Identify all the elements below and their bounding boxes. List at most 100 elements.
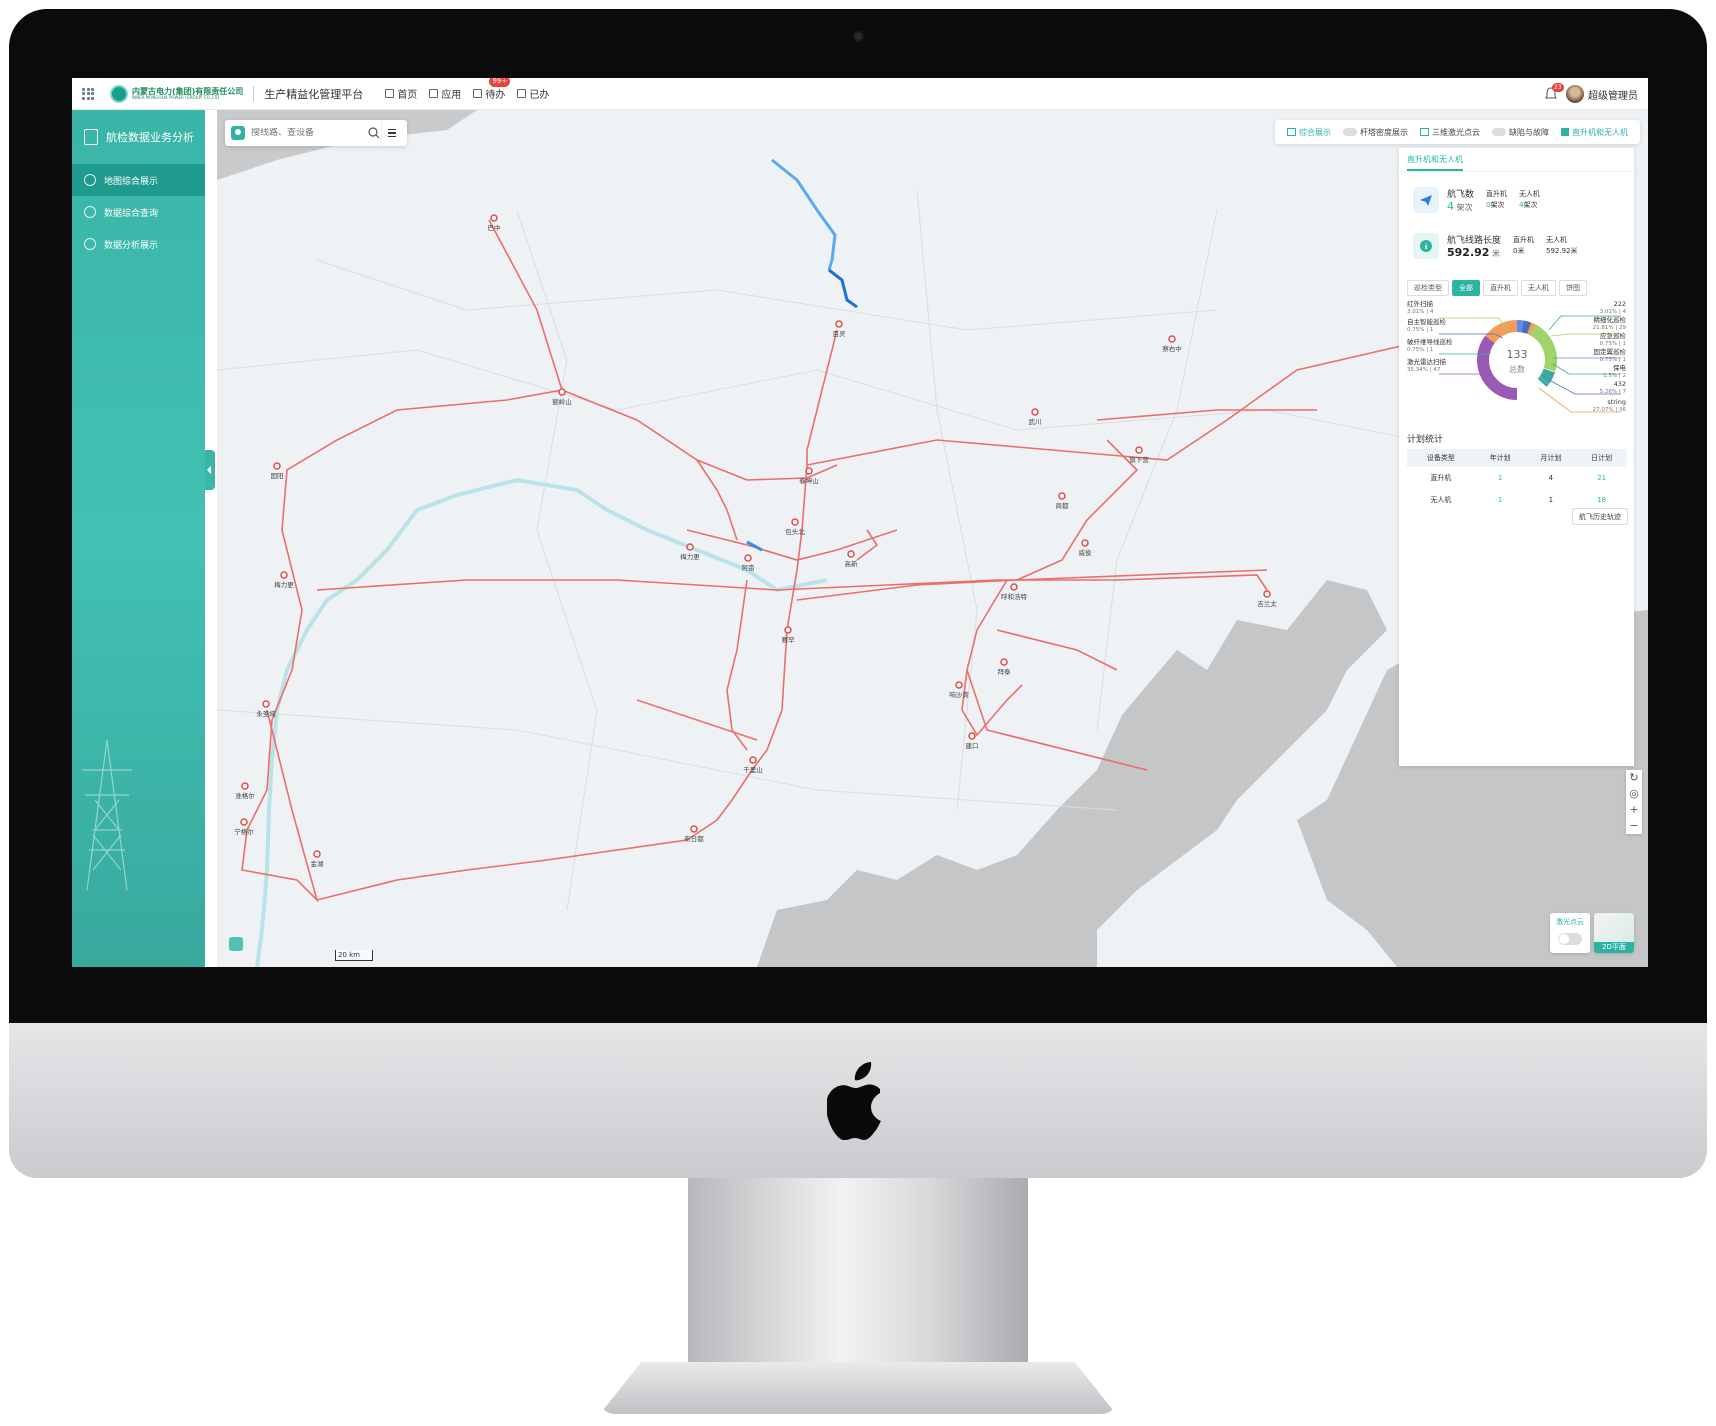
app-grid-icon[interactable]: [82, 87, 94, 100]
donut-total: 133: [1507, 348, 1528, 361]
sidebar-item-query[interactable]: 数据综合查询: [72, 196, 205, 228]
nav-label: 待办: [485, 90, 506, 101]
sidebar-collapse-button[interactable]: [205, 450, 215, 490]
city-label: 固阳: [271, 471, 284, 480]
layer-toolbar: 综合展示 杆塔密度展示 三维激光点云 缺陷与故障 直升机和无人机: [1275, 120, 1640, 144]
city-label: 吉兰太: [1257, 599, 1277, 608]
layer-label: 直升机和无人机: [1572, 127, 1628, 137]
table-cell: 1: [1548, 496, 1554, 504]
bulb-icon: [84, 174, 96, 186]
search-icon[interactable]: [367, 126, 381, 140]
plan-table: 设备类型 年计划 月计划 日计划 直升机 1 4 21 无人机 1 1 18: [1407, 449, 1627, 511]
zoom-out-button[interactable]: −: [1629, 818, 1638, 834]
layer-label: 缺陷与故障: [1509, 127, 1549, 137]
sub-value: 0米: [1513, 247, 1525, 255]
sub-label: 无人机: [1519, 190, 1541, 198]
donut-label: string 27.07% | 36: [1592, 398, 1626, 413]
nav-todo[interactable]: 待办 99+: [473, 78, 511, 101]
donut-chart: 133 总数 红外扫描 3.01% | 4 自主智能巡检 0.75% | 1 破…: [1399, 300, 1634, 420]
table-header: 日计划: [1576, 449, 1627, 467]
nav-label: 应用: [441, 90, 462, 101]
map-pin-icon: [231, 126, 245, 140]
sidebar-item-map[interactable]: 地图综合展示: [72, 164, 205, 196]
notification-button[interactable]: 23: [1544, 83, 1564, 101]
unit: 架次: [1456, 203, 1473, 212]
toggle-switch[interactable]: [1492, 128, 1506, 136]
company-logo: 内蒙古电力(集团)有限责任公司 INNER MONGOLIA POWER (GR…: [110, 84, 243, 103]
laser-label: 激光点云: [1556, 918, 1584, 926]
checkbox[interactable]: [1561, 128, 1569, 136]
menu-icon[interactable]: [381, 120, 401, 146]
city-label: 包头北: [785, 527, 805, 536]
chart-type-select[interactable]: 饼图: [1559, 280, 1587, 296]
city-label: 武川: [1029, 417, 1042, 426]
nav-apps[interactable]: 应用: [429, 86, 461, 101]
map-view[interactable]: 巴中 百灵 察右中 额岭山 固阳 武川 旗下营 春坤山 包头北 梅力更 商都 阿亩 高新 威俊 梅力更 呼和浩…: [217, 110, 1648, 967]
screen: 内蒙古电力(集团)有限责任公司 INNER MONGOLIA POWER (GR…: [72, 78, 1648, 967]
city-label: 呼和浩特: [1001, 592, 1028, 601]
city-label: 巴中: [488, 223, 501, 232]
layer-tower-density[interactable]: 杆塔密度展示: [1343, 127, 1408, 138]
donut-label: 保电 1.5% | 2: [1603, 364, 1626, 379]
divider: [253, 85, 255, 102]
layer-lidar[interactable]: 三维激光点云: [1420, 127, 1480, 138]
todo-badge: 99+: [489, 78, 511, 87]
map-scale: 20 km: [335, 950, 373, 961]
user-name[interactable]: 超级管理员: [1588, 87, 1638, 102]
table-cell: 直升机: [1430, 474, 1452, 482]
table-header: 设备类型: [1407, 449, 1475, 467]
plane-icon: [1413, 187, 1439, 213]
locate-icon[interactable]: ◎: [1629, 786, 1639, 802]
toggle-switch[interactable]: [1558, 933, 1582, 945]
monitor-icon: [1287, 128, 1296, 136]
flight-history-button[interactable]: 航飞历史轨迹: [1572, 508, 1628, 525]
company-name-en: INNER MONGOLIA POWER (GROUP) CO.,LTD: [132, 94, 220, 100]
unit: 米: [1492, 249, 1500, 258]
table-cell: 1: [1497, 496, 1503, 504]
filter-drone[interactable]: 无人机: [1521, 280, 1556, 296]
city-label: 商都: [1056, 501, 1070, 510]
sidebar-item-analysis[interactable]: 数据分析展示: [72, 228, 205, 260]
sub-label: 直升机: [1513, 236, 1535, 244]
nav-home[interactable]: 首页: [385, 86, 417, 101]
zoom-in-button[interactable]: +: [1629, 802, 1638, 818]
heli-count: 直升机 0架次: [1486, 189, 1507, 211]
city-label: 梅力更: [274, 580, 294, 589]
donut-total-label: 总数: [1509, 364, 1525, 374]
city-label: 宁格尔: [234, 827, 254, 836]
search-input[interactable]: [251, 128, 361, 138]
tab-helicopter-drone[interactable]: 直升机和无人机: [1407, 154, 1463, 171]
flight-count-label: 航飞数: [1447, 190, 1475, 200]
toggle-switch[interactable]: [1343, 128, 1357, 136]
flight-count-value: 4: [1447, 200, 1454, 213]
layer-overview[interactable]: 综合展示: [1287, 127, 1331, 138]
sub-value: 592.92米: [1546, 247, 1578, 255]
platform-title: 生产精益化管理平台: [264, 87, 364, 101]
todo-icon: [473, 89, 483, 98]
mode-label: 2D平面: [1594, 942, 1634, 953]
map-logo-icon: [229, 937, 243, 951]
flight-count-stat: 航飞数 4 架次 直升机 0架次 无人机 4架次: [1413, 182, 1634, 218]
city-label: 金湖: [311, 859, 325, 868]
sidebar-header: 航检数据业务分析: [72, 110, 205, 164]
layer-helicopter-drone[interactable]: 直升机和无人机: [1561, 127, 1628, 138]
filter-all[interactable]: 全部: [1452, 280, 1480, 296]
laser-pointcloud-toggle[interactable]: 激光点云: [1550, 913, 1590, 953]
sidebar: 航检数据业务分析 地图综合展示 数据综合查询 数据分析展示: [72, 110, 205, 967]
nav-done[interactable]: 已办: [517, 86, 549, 101]
heli-length: 直升机 0米: [1513, 235, 1534, 257]
sidebar-title: 航检数据业务分析: [106, 131, 194, 144]
rotate-icon[interactable]: ↻: [1629, 770, 1638, 786]
filter-helicopter[interactable]: 直升机: [1483, 280, 1518, 296]
map-mode-switch[interactable]: 2D平面: [1594, 913, 1634, 953]
avatar[interactable]: [1566, 85, 1584, 103]
unit: 架次: [1490, 201, 1505, 209]
donut-label: 222 3.01% | 4: [1599, 300, 1626, 315]
layer-defects[interactable]: 缺陷与故障: [1492, 127, 1549, 138]
layer-label: 综合展示: [1299, 127, 1331, 137]
stats-panel: 直升机和无人机 航飞数 4 架次 直升机 0架次 无人机 4架次 航飞线路长度 …: [1399, 148, 1634, 766]
filter-bar: 巡检类型 全部 直升机 无人机 饼图: [1407, 280, 1634, 296]
inspection-type-select[interactable]: 巡检类型: [1407, 280, 1449, 296]
table-cell: 4: [1548, 474, 1554, 482]
plan-title: 计划统计: [1407, 435, 1444, 445]
